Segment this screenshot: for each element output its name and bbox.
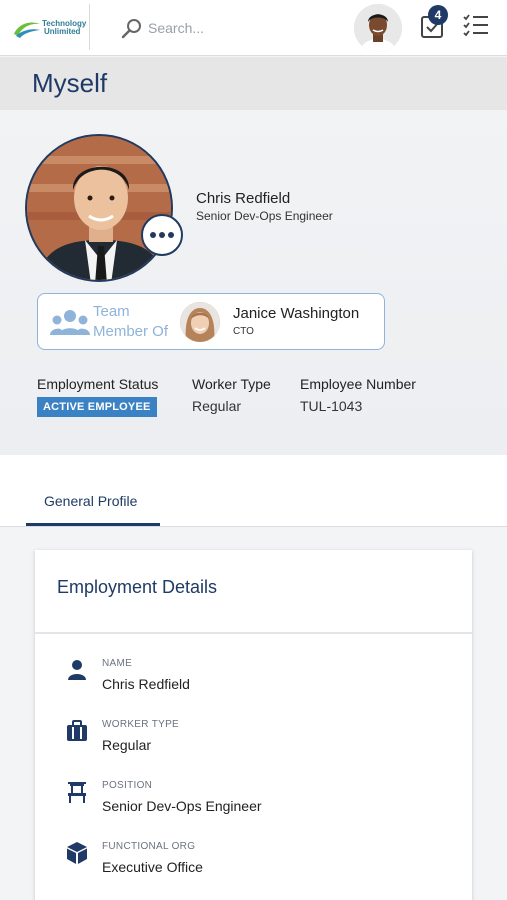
active-tab-indicator (26, 523, 160, 526)
team-label-line2: Member Of (93, 323, 169, 340)
user-avatar[interactable] (354, 4, 402, 52)
page-header: Myself (0, 57, 507, 110)
company-logo[interactable]: Technology Unlimited (12, 12, 88, 46)
logo-divider (89, 4, 90, 50)
profile-photo (25, 134, 173, 282)
team-member-of-card[interactable]: Team Member Of Janice Washington CTO (37, 293, 385, 350)
field-label: WORKER TYPE (102, 719, 180, 730)
field-value: Executive Office (102, 859, 203, 875)
field-worker-type: WORKER TYPE Regular (65, 715, 445, 765)
team-icon (50, 310, 90, 335)
worker-type-label: Worker Type (192, 376, 271, 392)
cube-icon (67, 842, 87, 864)
logo-text-line2: Unlimited (44, 27, 81, 36)
field-label: POSITION (102, 780, 153, 791)
field-label: NAME (102, 658, 133, 669)
search-box[interactable] (120, 14, 320, 42)
field-position: POSITION Senior Dev-Ops Engineer (65, 776, 445, 826)
card-title: Employment Details (57, 577, 218, 597)
chair-icon (68, 782, 86, 803)
tab-content: Employment Details NAME Chris Redfield W… (0, 528, 507, 900)
field-label: FUNCTIONAL ORG (102, 841, 196, 852)
field-name: NAME Chris Redfield (65, 654, 445, 704)
field-value: Regular (102, 737, 152, 753)
manager-role: CTO (233, 326, 254, 337)
person-job-title: Senior Dev-Ops Engineer (196, 209, 333, 223)
profile-actions-button[interactable] (141, 214, 183, 256)
briefcase-icon (67, 720, 87, 741)
manager-avatar-image (180, 302, 220, 342)
user-avatar-image (354, 4, 402, 52)
more-dot (168, 232, 174, 238)
person-icon (68, 660, 86, 680)
manager-name: Janice Washington (233, 305, 360, 322)
more-dots-icon (150, 232, 156, 238)
search-icon[interactable] (120, 17, 144, 41)
employment-details-card: Employment Details NAME Chris Redfield W… (35, 550, 472, 900)
manager-avatar (180, 302, 220, 342)
profile-photo-image (27, 136, 171, 280)
tab-bar: General Profile (0, 455, 507, 527)
worker-type-value: Regular (192, 398, 242, 414)
employee-number-label: Employee Number (300, 376, 416, 392)
person-name: Chris Redfield (196, 190, 291, 207)
tab-general-profile[interactable]: General Profile (26, 455, 160, 527)
employment-status-label: Employment Status (37, 376, 159, 392)
tab-label: General Profile (44, 493, 138, 509)
employee-number-value: TUL-1043 (300, 398, 363, 414)
card-header: Employment Details (35, 550, 472, 634)
logo-swoosh-icon (14, 22, 40, 38)
top-bar: Technology Unlimited 4 (0, 0, 507, 56)
checklist-icon[interactable] (462, 12, 490, 38)
field-value: Senior Dev-Ops Engineer (102, 798, 262, 814)
profile-summary: Chris Redfield Senior Dev-Ops Engineer T… (0, 110, 507, 455)
employment-status-badge: ACTIVE EMPLOYEE (37, 397, 157, 417)
field-functional-org: FUNCTIONAL ORG Executive Office (65, 837, 445, 887)
team-label-line1: Team (93, 303, 130, 320)
field-value: Chris Redfield (102, 676, 190, 692)
page-title: Myself (32, 68, 108, 98)
task-count-badge: 4 (428, 5, 448, 25)
search-input[interactable] (148, 16, 318, 40)
more-dot (159, 232, 165, 238)
